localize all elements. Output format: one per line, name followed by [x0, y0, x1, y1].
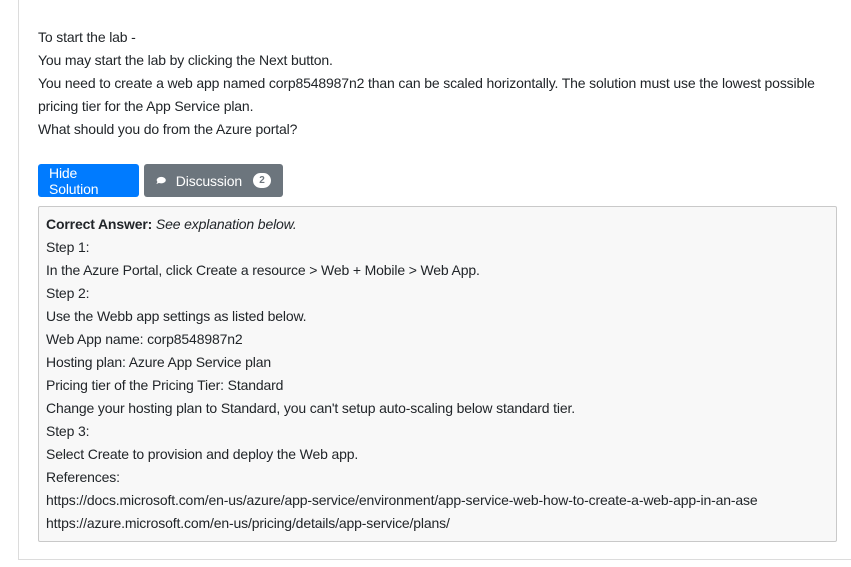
question-card: To start the lab - You may start the lab…	[18, 0, 851, 560]
discussion-button[interactable]: Discussion 2	[144, 164, 283, 197]
discussion-label: Discussion	[175, 172, 242, 189]
reference-link[interactable]: https://docs.microsoft.com/en-us/azure/a…	[46, 489, 829, 512]
answer-line: Step 2:	[46, 285, 90, 301]
answer-line: Use the Webb app settings as listed belo…	[46, 308, 307, 324]
discussion-count-badge: 2	[253, 173, 271, 188]
question-text: To start the lab - You may start the lab…	[38, 26, 838, 141]
speech-bubble-icon	[156, 176, 166, 185]
answer-line: Step 3:	[46, 423, 90, 439]
question-line: You may start the lab by clicking the Ne…	[38, 52, 333, 68]
action-buttons: Hide Solution Discussion 2	[38, 164, 283, 197]
answer-line: In the Azure Portal, click Create a reso…	[46, 262, 480, 278]
answer-line: Pricing tier of the Pricing Tier: Standa…	[46, 377, 284, 393]
hide-solution-button[interactable]: Hide Solution	[38, 164, 139, 197]
answer-line: Step 1:	[46, 239, 90, 255]
answer-line: Web App name: corp8548987n2	[46, 331, 243, 347]
answer-line: Change your hosting plan to Standard, yo…	[46, 400, 575, 416]
question-line: You need to create a web app named corp8…	[38, 75, 815, 114]
answer-line: References:	[46, 469, 120, 485]
solution-panel: Correct Answer: See explanation below. S…	[38, 206, 837, 542]
answer-header: Correct Answer: See explanation below.	[46, 213, 829, 236]
correct-answer-label: Correct Answer:	[46, 216, 153, 232]
answer-line: Select Create to provision and deploy th…	[46, 446, 359, 462]
hide-solution-label: Hide Solution	[49, 164, 99, 197]
answer-line: Hosting plan: Azure App Service plan	[46, 354, 271, 370]
question-line: What should you do from the Azure portal…	[38, 121, 298, 137]
question-line: To start the lab -	[38, 29, 136, 45]
reference-link[interactable]: https://azure.microsoft.com/en-us/pricin…	[46, 512, 829, 535]
explanation-note: See explanation below.	[155, 216, 297, 232]
